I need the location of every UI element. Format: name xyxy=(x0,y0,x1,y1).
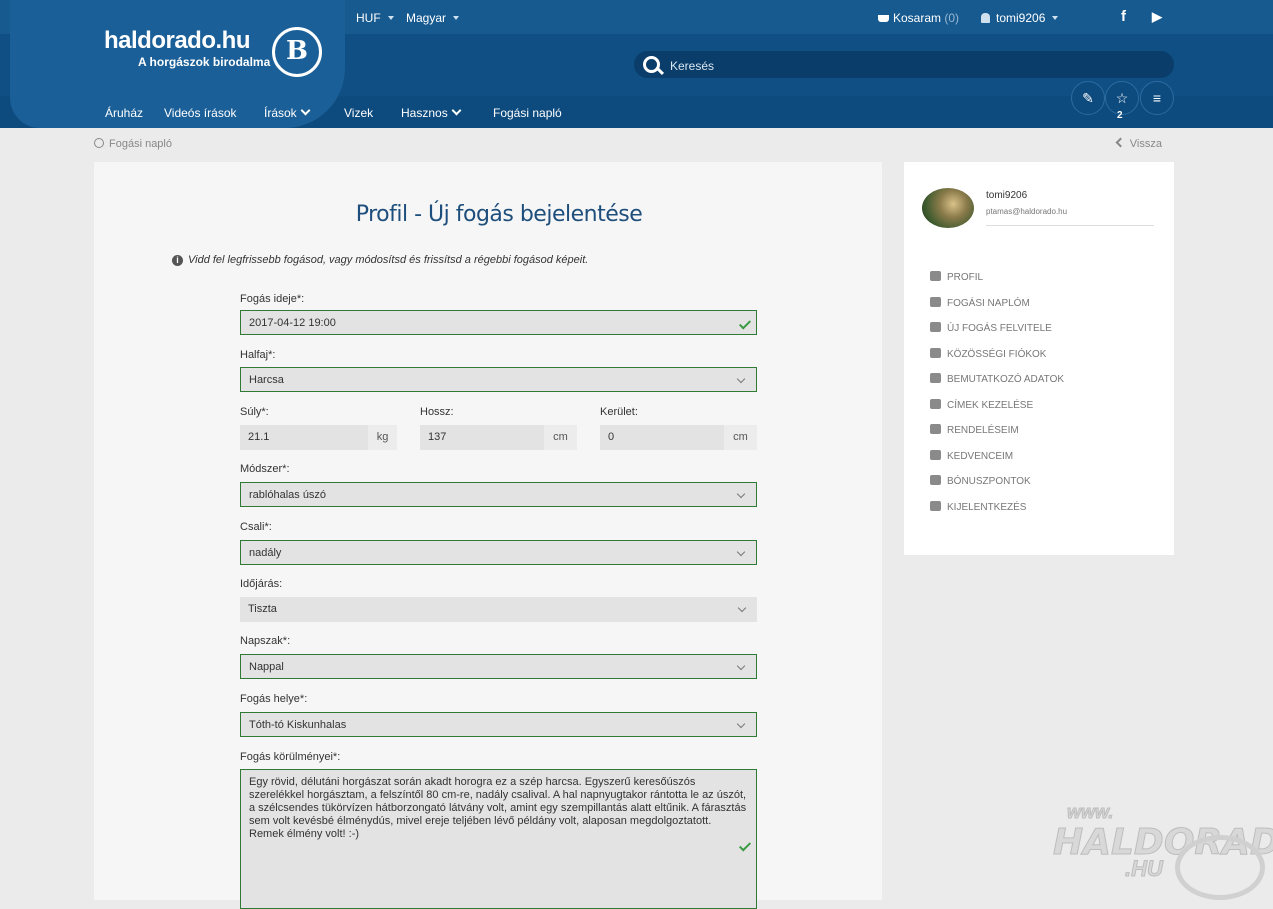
chevron-down-icon xyxy=(300,105,311,116)
caret-down-icon xyxy=(1052,16,1059,20)
chevron-down-icon xyxy=(736,489,746,499)
language-selector[interactable]: Magyar xyxy=(406,11,460,25)
cart-icon xyxy=(930,424,941,434)
logo-subtitle: A horgászok birodalma xyxy=(138,55,271,69)
menu-icon[interactable]: ≡ xyxy=(1140,81,1174,115)
logo-title[interactable]: haldorado.hu xyxy=(104,27,251,55)
chevron-down-icon xyxy=(736,661,746,671)
fish-icon xyxy=(930,297,941,307)
bait-label: Csali*: xyxy=(240,521,272,533)
girth-input[interactable]: 0 cm xyxy=(600,425,757,450)
method-label: Módszer*: xyxy=(240,463,290,475)
daytime-select[interactable]: Nappal xyxy=(240,654,757,679)
method-select[interactable]: rablóhalas úszó xyxy=(240,482,757,507)
currency-selector[interactable]: HUF xyxy=(356,11,394,25)
length-input[interactable]: 137 cm xyxy=(420,425,577,450)
weight-unit: kg xyxy=(368,425,397,450)
gift-icon xyxy=(930,475,941,485)
place-select[interactable]: Tóth-tó Kiskunhalas xyxy=(240,712,757,737)
youtube-icon[interactable]: ▶ xyxy=(1152,9,1162,25)
daytime-label: Napszak*: xyxy=(240,635,291,647)
avatar xyxy=(922,188,974,228)
chevron-down-icon xyxy=(737,603,747,613)
watermark-logo: www. HALDORADO .HU xyxy=(1045,800,1273,900)
weight-input[interactable]: 21.1 kg xyxy=(240,425,397,450)
sidebar-item-cimek[interactable]: CÍMEK KEZELÉSE xyxy=(930,399,1033,411)
girth-unit: cm xyxy=(724,425,757,450)
cart-link[interactable]: Kosaram (0) xyxy=(878,11,959,25)
chevron-down-icon xyxy=(736,374,746,384)
user-icon xyxy=(930,373,941,383)
sidebar-item-uj-fogas[interactable]: ÚJ FOGÁS FELVITELE xyxy=(930,322,1052,334)
nav-aruhaz[interactable]: Áruház xyxy=(105,106,143,120)
date-label: Fogás ideje*: xyxy=(240,293,305,305)
nav-irasok[interactable]: Írások xyxy=(264,105,311,120)
place-label: Fogás helye*: xyxy=(240,693,308,705)
info-icon: i xyxy=(172,255,183,266)
bait-select[interactable]: nadály xyxy=(240,540,757,565)
truck-icon xyxy=(930,399,941,409)
facebook-icon[interactable]: f xyxy=(1121,8,1126,25)
sidebar-item-kozossegi[interactable]: KÖZÖSSÉGI FIÓKOK xyxy=(930,348,1046,360)
info-text: i Vidd fel legfrissebb fogásod, vagy módo… xyxy=(172,254,588,266)
user-icon xyxy=(981,13,990,23)
sidebar-email: ptamas@haldorado.hu xyxy=(986,207,1068,216)
wrench-icon xyxy=(930,271,941,281)
sidebar-item-fogasi-naplom[interactable]: FOGÁSI NAPLÓM xyxy=(930,297,1030,309)
chevron-left-icon xyxy=(1115,137,1126,148)
check-icon xyxy=(738,317,752,330)
globe-icon xyxy=(94,138,104,148)
breadcrumb[interactable]: Fogási napló xyxy=(94,138,172,150)
sidebar-item-bemutatkozo[interactable]: BEMUTATKOZÓ ADATOK xyxy=(930,373,1064,385)
nav-fogasi-naplo[interactable]: Fogási napló xyxy=(493,106,562,120)
nav-videos-irasok[interactable]: Videós írások xyxy=(164,106,237,120)
chevron-down-icon xyxy=(736,547,746,557)
sidebar-item-bonuszpontok[interactable]: BÓNUSZPONTOK xyxy=(930,475,1031,487)
search-bar xyxy=(634,51,1174,80)
caret-down-icon xyxy=(387,16,394,20)
circumstances-textarea[interactable]: Egy rövid, délutáni horgászat során akad… xyxy=(240,769,757,909)
search-icon[interactable] xyxy=(643,56,660,73)
page-title: Profil - Új fogás bejelentése xyxy=(355,202,643,227)
sidebar-item-rendelesek[interactable]: RENDELÉSEIM xyxy=(930,424,1019,436)
weather-label: Időjárás: xyxy=(240,578,283,590)
site-header: haldorado.hu A horgászok birodalma B HUF… xyxy=(0,0,1273,128)
circumstances-label: Fogás körülményei*: xyxy=(240,751,341,763)
form-panel: Profil - Új fogás bejelentése i Vidd fel … xyxy=(94,162,882,909)
nav-vizek[interactable]: Vizek xyxy=(344,106,373,120)
pencil-icon[interactable]: ✎ xyxy=(1071,81,1105,115)
fish-add-icon xyxy=(930,322,941,332)
logo-badge-icon[interactable]: B xyxy=(272,27,322,77)
search-input[interactable] xyxy=(668,51,1162,80)
check-icon xyxy=(738,839,752,852)
length-unit: cm xyxy=(544,425,577,450)
girth-label: Kerület: xyxy=(600,406,638,418)
back-link[interactable]: Vissza xyxy=(1115,137,1162,150)
divider xyxy=(986,225,1154,226)
profile-sidebar: tomi9206 ptamas@haldorado.hu PROFIL FOGÁ… xyxy=(904,162,1174,555)
species-select[interactable]: Harcsa xyxy=(240,367,757,392)
sidebar-item-kedvenceim[interactable]: KEDVENCEIM xyxy=(930,450,1013,462)
species-label: Halfaj*: xyxy=(240,349,276,361)
chevron-down-icon xyxy=(451,105,462,116)
star-icon xyxy=(930,450,941,460)
sidebar-username: tomi9206 xyxy=(986,190,1028,201)
nav-hasznos[interactable]: Hasznos xyxy=(401,105,462,120)
length-label: Hossz: xyxy=(420,406,454,418)
weight-label: Súly*: xyxy=(240,406,269,418)
basket-icon xyxy=(878,15,889,22)
sidebar-item-kijelentkezes[interactable]: KIJELENTKEZÉS xyxy=(930,501,1026,513)
caret-down-icon xyxy=(453,16,460,20)
favorites-count: 2 xyxy=(1117,110,1123,121)
cart-count: (0) xyxy=(944,11,960,25)
date-field[interactable]: 2017-04-12 19:00 xyxy=(240,310,757,335)
sidebar-item-profil[interactable]: PROFIL xyxy=(930,271,983,283)
user-menu[interactable]: tomi9206 xyxy=(981,11,1059,25)
chevron-down-icon xyxy=(736,719,746,729)
facebook-icon xyxy=(930,348,941,358)
weather-select[interactable]: Tiszta xyxy=(240,597,757,622)
logout-icon xyxy=(930,501,941,511)
